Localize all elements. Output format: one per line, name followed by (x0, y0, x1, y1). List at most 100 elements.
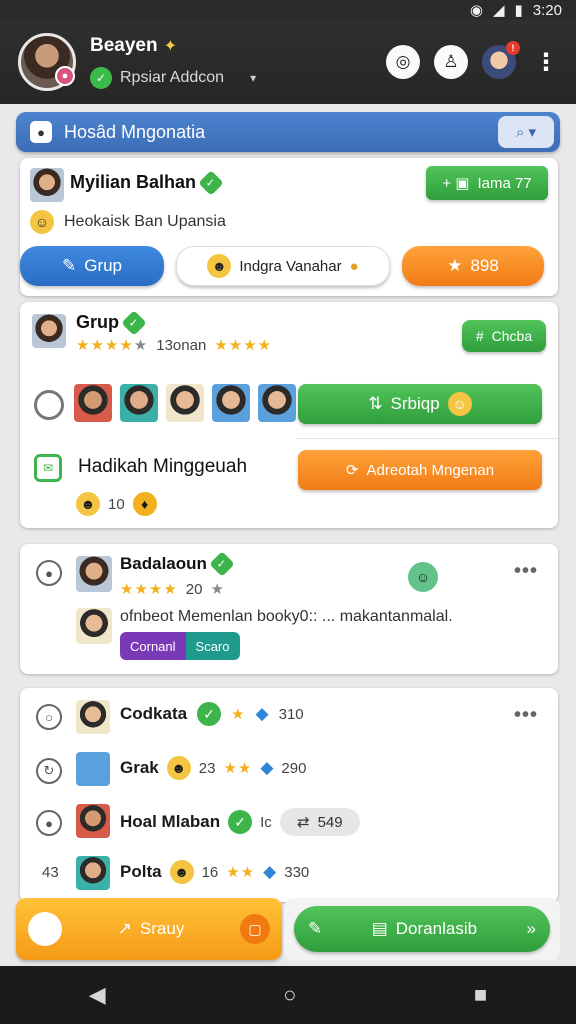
list-item[interactable]: Codkata ✓ ★ ◆ 310 (120, 702, 304, 726)
app-header: ● Beayen ✦ ✓ Rpsiar Addcon ▾ ◎ ♙ ! ⋮ (0, 20, 576, 104)
user-avatar[interactable]: ● (18, 33, 76, 91)
tab-indgra[interactable]: ☻ Indgra Vanahar ● (176, 246, 390, 286)
star-icon: ★★ (223, 760, 253, 777)
forward-icon: » (526, 919, 536, 938)
list-item-count: Ic (260, 813, 272, 831)
join-button-label: Srbiqp (390, 394, 440, 413)
share-icon: ↗ (117, 919, 132, 938)
rating-stars-2: ★★★★ (214, 337, 273, 354)
list-avatar (76, 752, 110, 786)
tab-grup[interactable]: ✎ Grup (20, 246, 164, 286)
verified-icon: ✓ (198, 169, 224, 196)
post-author: Badalaoun (120, 554, 207, 573)
edit-icon: ✎ (308, 919, 323, 938)
list-item[interactable]: Grak ☻ 23 ★★ ◆ 290 (120, 756, 306, 780)
chat-button-label: Chcba (491, 328, 533, 344)
list-item-score: 549 (317, 813, 343, 831)
user-icon[interactable]: ● (36, 810, 62, 836)
reaction-icon[interactable]: ☺ (408, 562, 438, 592)
profile-card: Myilian Balhan ✓ ☺ Heokaisk Ban Upansia … (20, 158, 558, 296)
profile-subtitle: Heokaisk Ban Upansia (64, 213, 226, 230)
score-pill[interactable]: ⇄ 549 (279, 808, 360, 836)
account-label: Rpsiar Addcon (120, 69, 225, 86)
list-item-count: 16 (201, 863, 219, 881)
battery-icon: ▮ (514, 2, 523, 19)
group-photo (32, 314, 66, 348)
search-icon[interactable]: ⌕ ▾ (498, 116, 554, 148)
user-name: Beayen (90, 35, 158, 56)
star-icon: ★★ (226, 864, 256, 881)
recents-icon[interactable]: ■ (474, 982, 487, 1008)
back-icon[interactable]: ◀ (89, 982, 106, 1008)
link-icon: ✎ (61, 256, 77, 275)
account-switcher[interactable]: ✓ Rpsiar Addcon ▾ (90, 67, 372, 89)
document-icon: ▤ (371, 919, 388, 938)
rating-stars: ★★★★★ (76, 337, 149, 354)
tab-indgra-label: Indgra Vanahar (239, 257, 342, 275)
member-avatar[interactable] (74, 384, 112, 422)
home-icon[interactable]: ○ (283, 982, 296, 1008)
chat-button[interactable]: # Chcba (462, 320, 546, 352)
add-button[interactable]: ⟳ Adreotah Mngenan (298, 450, 542, 490)
tab-score-label: 898 (470, 256, 499, 275)
member-avatar[interactable] (166, 384, 204, 422)
search-bar[interactable]: ● Hosâd Mngonatia ⌕ ▾ (16, 112, 560, 152)
chat-bubble-icon[interactable]: ○ (36, 704, 62, 730)
list-item-name: Codkata (120, 704, 188, 723)
member-avatar[interactable] (258, 384, 296, 422)
swap-icon: ⇅ (368, 394, 383, 413)
post-rating: 20 (185, 580, 203, 598)
chat-icon: # (475, 328, 484, 344)
list-item-name: Grak (120, 758, 159, 777)
person-icon[interactable]: ♙ (434, 45, 468, 79)
verified-icon: ✓ (209, 551, 235, 577)
list-item[interactable]: Polta ☻ 16 ★★ ◆ 330 (120, 860, 309, 884)
add-button-label: Adreotah Mngenan (366, 461, 495, 479)
emoji-icon: ☻ (166, 756, 191, 780)
mascot-icon: ☺ (28, 912, 62, 946)
status-button[interactable]: + ▣ Iama 77 (426, 166, 548, 200)
add-icon: ⟳ (345, 462, 359, 479)
join-button[interactable]: ⇅ Srbiqp ☺ (298, 384, 542, 424)
member-avatar[interactable] (212, 384, 250, 422)
user-icon[interactable]: ● (36, 560, 62, 586)
message-icon[interactable]: ✉ (34, 454, 62, 482)
list-item-name: Hoal Mlaban (120, 812, 221, 831)
sync-icon[interactable]: ↻ (36, 758, 62, 784)
bottom-action-bar: ☺ ↗ Srauy ▢ ✎ ▤ Doranlasib » (16, 898, 560, 964)
status-button-label: Iama 77 (477, 174, 532, 192)
section-count: 10 (108, 495, 125, 513)
tab-score[interactable]: ★ 898 (402, 246, 544, 286)
more-options-icon[interactable]: ••• (514, 560, 538, 583)
user-block: Beayen ✦ ✓ Rpsiar Addcon ▾ (90, 35, 372, 89)
record-icon[interactable]: ◎ (386, 45, 420, 79)
bell-icon: ● (349, 257, 359, 275)
emoji-icon: ☻ (76, 492, 100, 516)
list-item-score: 330 (284, 863, 310, 881)
notification-badge: ! (506, 41, 520, 55)
divider (296, 438, 558, 439)
rating-stars: ★★★★ (120, 581, 178, 598)
search-title: Hosâd Mngonatia (64, 121, 206, 142)
more-options-icon[interactable]: ••• (514, 704, 538, 727)
smile-icon: ☺ (447, 392, 472, 416)
profile-avatar[interactable]: ! (482, 41, 520, 79)
member-avatars (74, 384, 296, 422)
more-icon[interactable]: ⋮ (534, 48, 558, 77)
profile-photo (30, 168, 64, 202)
list-item[interactable]: Hoal Mlaban ✓ Ic ⇄ 549 (120, 808, 360, 836)
notification-icon: ◉ (469, 2, 483, 19)
post-tags[interactable]: Cornanl Scaro (120, 632, 240, 660)
sparkle-icon: ✦ (163, 38, 178, 55)
post-card: ● Badalaoun ✓ ★★★★ 20 ★ ☺ ••• ofnbeot Me… (20, 544, 558, 674)
status-bar: ◉ ◢ ▮ 3:20 (0, 0, 576, 20)
download-button[interactable]: ✎ ▤ Doranlasib » (294, 906, 550, 952)
srauy-button[interactable]: ☺ ↗ Srauy ▢ (16, 898, 282, 960)
rating-text: 13onan (156, 336, 207, 354)
refresh-icon[interactable] (34, 390, 64, 420)
member-avatar[interactable] (120, 384, 158, 422)
list-item-rank: 43 (42, 864, 59, 881)
list-avatar (76, 700, 110, 734)
download-label: Doranlasib (395, 919, 478, 938)
plus-icon: + ▣ (442, 175, 470, 192)
